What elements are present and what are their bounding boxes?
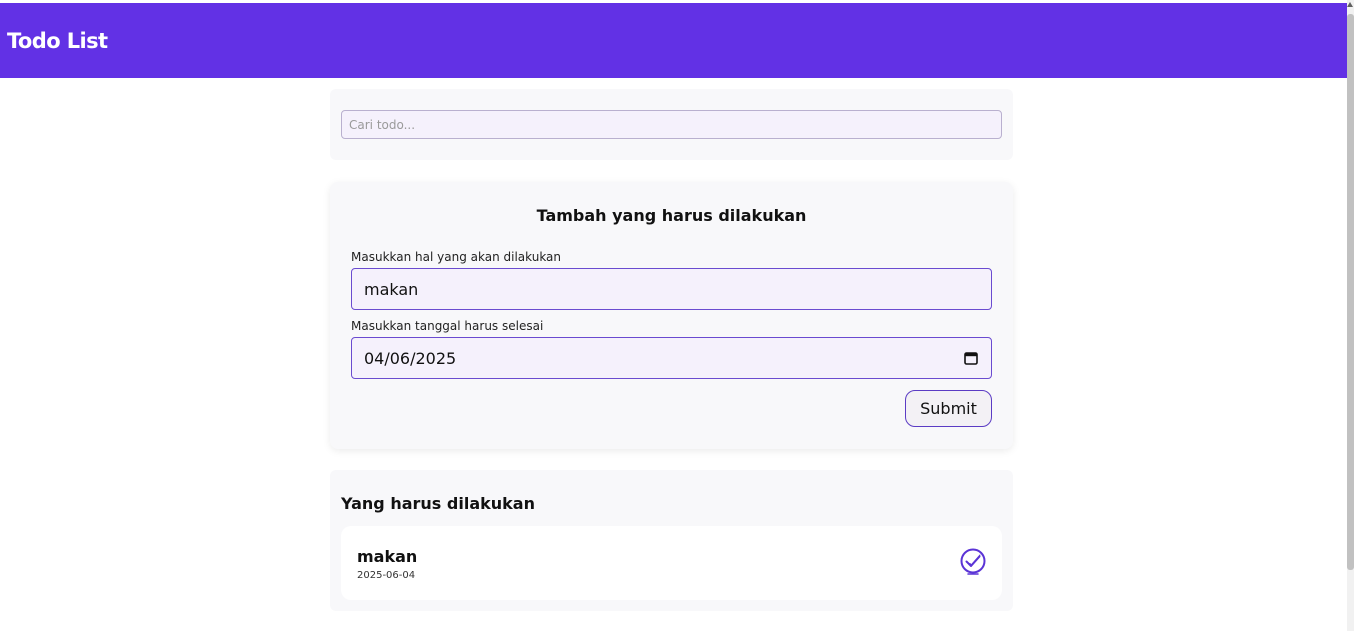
add-todo-form: Tambah yang harus dilakukan Masukkan hal… xyxy=(330,182,1013,449)
app-header: Todo List xyxy=(0,3,1347,78)
form-title: Tambah yang harus dilakukan xyxy=(536,206,807,225)
task-input-value: makan xyxy=(364,279,419,299)
todo-item-text: makan xyxy=(357,547,418,566)
calendar-icon[interactable] xyxy=(964,351,978,365)
scroll-up-arrow-icon[interactable] xyxy=(1347,2,1353,7)
scroll-thumb[interactable] xyxy=(1347,14,1354,570)
todo-list-card: Yang harus dilakukan makan 2025-06-04 xyxy=(330,470,1013,611)
date-label: Masukkan tanggal harus selesai xyxy=(351,319,544,333)
search-card xyxy=(330,89,1013,160)
date-input[interactable]: 04/06/2025 xyxy=(351,337,992,379)
todo-item-date: 2025-06-04 xyxy=(357,570,416,581)
todo-item: makan 2025-06-04 xyxy=(341,526,1002,600)
date-input-value: 04/06/2025 xyxy=(364,348,457,368)
check-circle-icon[interactable] xyxy=(959,548,987,576)
app-title: Todo List xyxy=(7,28,108,53)
page-scrollbar[interactable] xyxy=(1347,0,1354,631)
list-title: Yang harus dilakukan xyxy=(341,494,535,513)
search-input[interactable] xyxy=(341,110,1002,139)
task-label: Masukkan hal yang akan dilakukan xyxy=(351,250,562,264)
submit-button[interactable]: Submit xyxy=(905,390,992,427)
task-input[interactable]: makan xyxy=(351,268,992,310)
